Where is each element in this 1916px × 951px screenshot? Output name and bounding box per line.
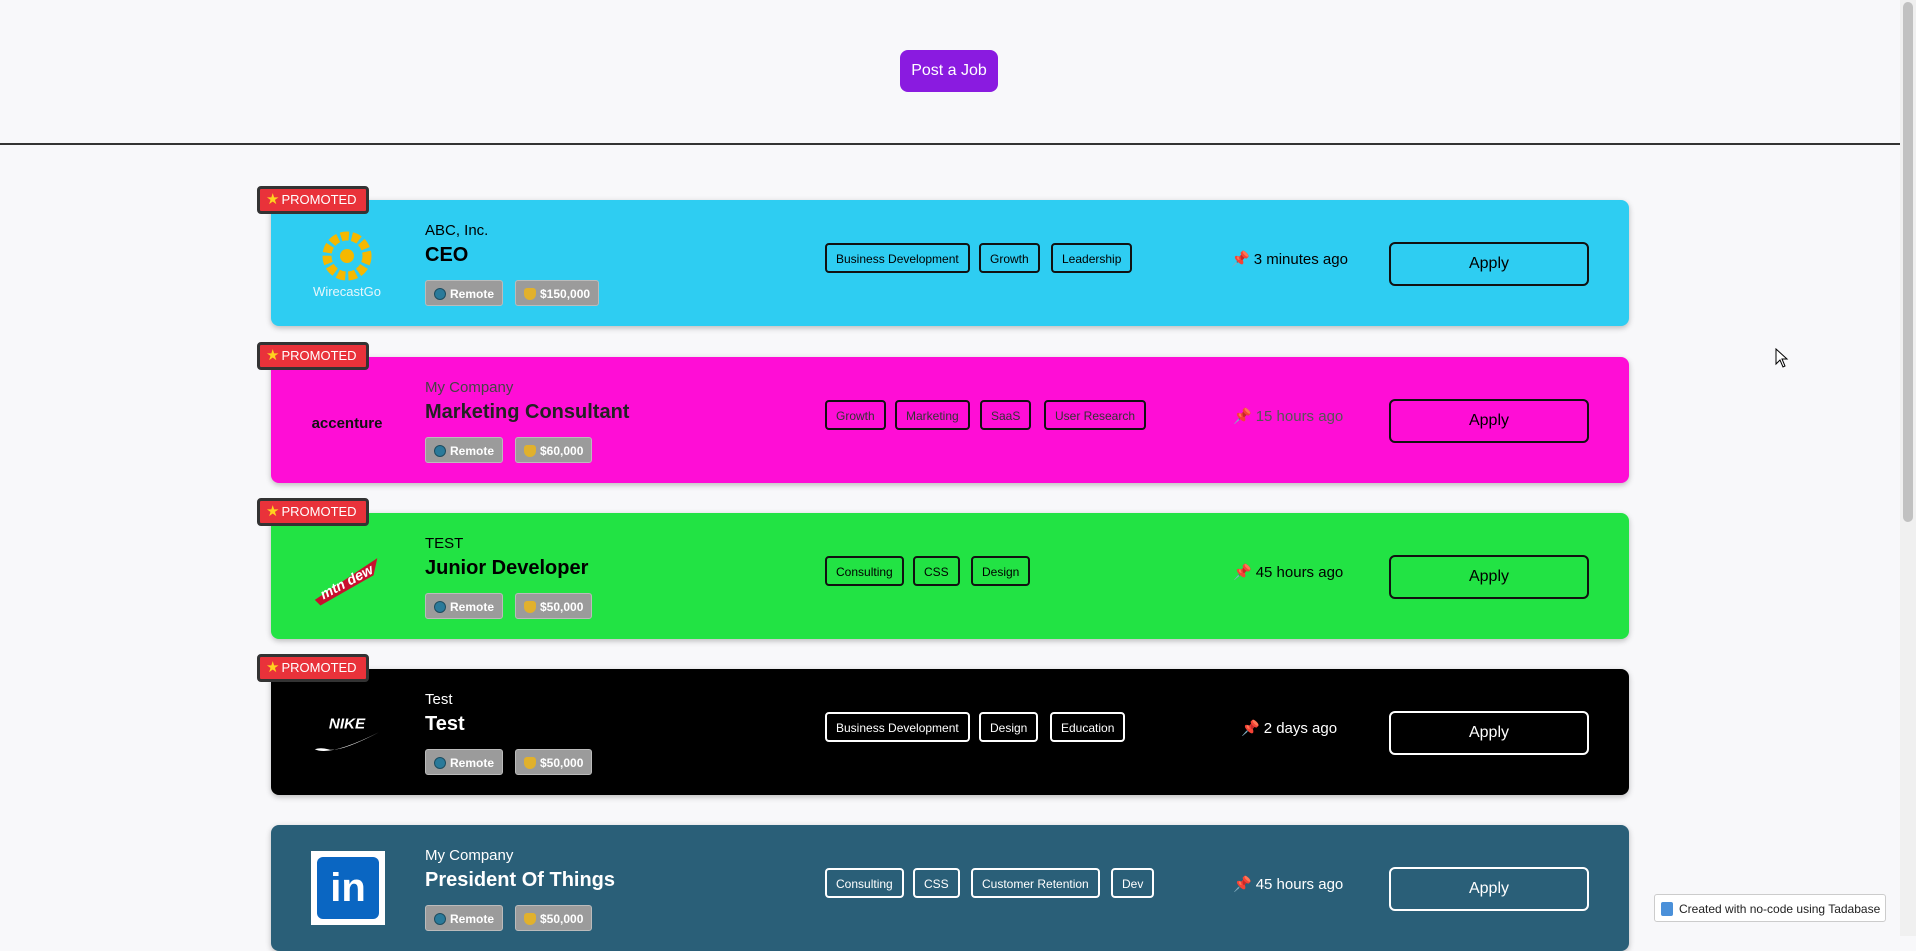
pin-icon: 📌 — [1233, 564, 1252, 581]
pin-icon: 📌 — [1241, 720, 1260, 737]
posted-time: 📌 45 hours ago — [1233, 876, 1344, 893]
company-name: My Company — [425, 847, 514, 864]
location-chip: Remote — [425, 437, 504, 463]
job-title[interactable]: Marketing Consultant — [425, 401, 629, 424]
promoted-badge: ★ PROMOTED — [257, 342, 369, 370]
promoted-badge: ★ PROMOTED — [257, 498, 369, 526]
tag[interactable]: Business Development — [825, 243, 970, 273]
company-logo: in — [311, 851, 385, 925]
tag[interactable]: User Research — [1044, 400, 1147, 430]
svg-text:WirecastGo: WirecastGo — [313, 284, 381, 299]
job-card[interactable]: WirecastGo ABC, Inc. CEO Remote $150,000… — [271, 200, 1629, 326]
location-chip: Remote — [425, 905, 504, 931]
money-bag-icon — [524, 913, 536, 925]
page-header: Post a Job — [0, 0, 1900, 145]
posted-time: 📌 45 hours ago — [1233, 564, 1344, 581]
star-icon: ★ — [266, 659, 280, 676]
money-bag-icon — [524, 445, 536, 457]
promoted-label: PROMOTED — [281, 660, 357, 675]
salary-chip: $60,000 — [515, 437, 593, 463]
company-name: ABC, Inc. — [425, 222, 489, 239]
star-icon: ★ — [266, 347, 280, 364]
star-icon: ★ — [266, 503, 280, 520]
job-title[interactable]: President Of Things — [425, 869, 615, 892]
company-logo: NIKE — [311, 699, 383, 771]
tag[interactable]: Education — [1050, 712, 1126, 742]
globe-icon — [434, 913, 446, 925]
salary-chip: $50,000 — [515, 593, 593, 619]
tag[interactable]: Dev — [1111, 868, 1155, 898]
location-chip: Remote — [425, 593, 504, 619]
salary-chip: $50,000 — [515, 749, 593, 775]
star-icon: ★ — [266, 191, 280, 208]
tadabase-credit-badge[interactable]: Created with no-code using Tadabase — [1654, 894, 1886, 922]
company-logo: accenture — [311, 414, 383, 432]
job-title[interactable]: Junior Developer — [425, 557, 588, 580]
money-bag-icon — [524, 288, 536, 300]
apply-button[interactable]: Apply — [1389, 711, 1589, 755]
company-logo: WirecastGo — [311, 230, 383, 302]
pin-icon: 📌 — [1233, 408, 1252, 425]
promoted-badge: ★ PROMOTED — [257, 186, 369, 214]
globe-icon — [434, 445, 446, 457]
globe-icon — [434, 601, 446, 613]
tag[interactable]: Business Development — [825, 712, 970, 742]
promoted-label: PROMOTED — [281, 504, 357, 519]
apply-button[interactable]: Apply — [1389, 242, 1589, 286]
tag[interactable]: Design — [971, 556, 1031, 586]
company-name: My Company — [425, 379, 514, 396]
apply-button[interactable]: Apply — [1389, 399, 1589, 443]
apply-button[interactable]: Apply — [1389, 555, 1589, 599]
job-card[interactable]: mtn dew TEST Junior Developer Remote $50… — [271, 513, 1629, 639]
salary-chip: $150,000 — [515, 280, 600, 306]
mouse-cursor-icon — [1775, 347, 1789, 373]
salary-chip: $50,000 — [515, 905, 593, 931]
posted-time: 📌 3 minutes ago — [1231, 251, 1348, 268]
company-name: Test — [425, 691, 453, 708]
company-logo: mtn dew — [311, 543, 383, 615]
tag[interactable]: Consulting — [825, 556, 904, 586]
apply-button[interactable]: Apply — [1389, 867, 1589, 911]
globe-icon — [434, 288, 446, 300]
job-card[interactable]: NIKE Test Test Remote $50,000 Business D… — [271, 669, 1629, 795]
posted-time: 📌 2 days ago — [1241, 720, 1338, 737]
tag[interactable]: Design — [979, 712, 1039, 742]
promoted-label: PROMOTED — [281, 192, 357, 207]
job-title[interactable]: CEO — [425, 244, 468, 267]
money-bag-icon — [524, 601, 536, 613]
posted-time: 📌 15 hours ago — [1233, 408, 1344, 425]
globe-icon — [434, 757, 446, 769]
tag[interactable]: Marketing — [895, 400, 970, 430]
tag[interactable]: Consulting — [825, 868, 904, 898]
database-icon — [1661, 902, 1673, 916]
tag[interactable]: SaaS — [980, 400, 1032, 430]
tag[interactable]: Customer Retention — [971, 868, 1100, 898]
tag[interactable]: Growth — [825, 400, 886, 430]
tag[interactable]: CSS — [913, 868, 960, 898]
job-card[interactable]: in My Company President Of Things Remote… — [271, 825, 1629, 951]
money-bag-icon — [524, 757, 536, 769]
job-title[interactable]: Test — [425, 713, 465, 736]
promoted-label: PROMOTED — [281, 348, 357, 363]
tag[interactable]: Leadership — [1051, 243, 1133, 273]
company-name: TEST — [425, 535, 464, 552]
svg-text:mtn dew: mtn dew — [318, 562, 377, 604]
tag[interactable]: Growth — [979, 243, 1040, 273]
scrollbar-thumb[interactable] — [1903, 2, 1913, 522]
location-chip: Remote — [425, 280, 504, 306]
job-card[interactable]: accenture My Company Marketing Consultan… — [271, 357, 1629, 483]
location-chip: Remote — [425, 749, 504, 775]
pin-icon: 📌 — [1233, 876, 1252, 893]
post-a-job-button[interactable]: Post a Job — [900, 50, 998, 92]
vertical-scrollbar[interactable] — [1900, 0, 1916, 936]
pin-icon: 📌 — [1231, 251, 1250, 268]
tag[interactable]: CSS — [913, 556, 960, 586]
promoted-badge: ★ PROMOTED — [257, 654, 369, 682]
svg-text:NIKE: NIKE — [329, 715, 366, 732]
